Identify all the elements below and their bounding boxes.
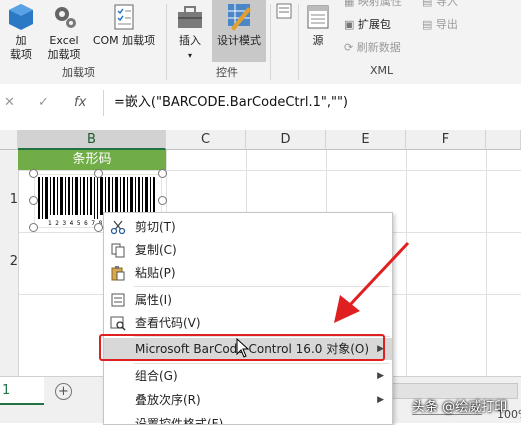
sheet-tab-active[interactable]: 1 — [0, 377, 44, 405]
insert-label: 插入 — [179, 34, 201, 47]
ribbon: 加 载项 Excel 加载项 COM 加载项 加载项 插入 ▾ 设计模式 控件 … — [0, 0, 521, 85]
design-mode-icon — [228, 4, 251, 31]
resize-handle[interactable] — [158, 196, 167, 205]
com-addins-button[interactable]: COM 加载项 — [86, 2, 162, 62]
excel-addins-label-2: 加载项 — [47, 48, 81, 61]
add-sheet-icon[interactable]: + — [55, 383, 72, 400]
gear-icon — [55, 7, 76, 28]
menu-item-label: 剪切(T) — [135, 220, 176, 234]
addins-button[interactable]: 加 载项 — [4, 2, 38, 62]
barcode-header-cell[interactable]: 条形码 — [18, 150, 166, 170]
column-header-f[interactable]: F — [406, 130, 486, 150]
xml-group-label: XML — [370, 64, 394, 77]
resize-handle[interactable] — [29, 196, 38, 205]
menu-item-label: 属性(I) — [135, 293, 172, 307]
submenu-arrow-icon: ▶ — [377, 371, 384, 381]
formula-gap — [0, 122, 521, 130]
mouse-cursor-icon — [236, 338, 250, 358]
controls-group-label: 控件 — [216, 66, 238, 79]
properties-icon-button[interactable] — [274, 2, 294, 42]
expansion-pack-icon: ▣ — [344, 18, 358, 31]
copy-icon — [111, 243, 125, 258]
design-mode-button[interactable]: 设计模式 — [212, 0, 266, 62]
column-header-d[interactable]: D — [246, 130, 326, 150]
resize-handle[interactable] — [29, 169, 38, 178]
menu-item-label: 粘贴(P) — [135, 266, 176, 280]
map-properties-label: 映射属性 — [357, 0, 402, 8]
resize-handle[interactable] — [94, 169, 103, 178]
menu-item-label: 叠放次序(R) — [135, 393, 201, 407]
properties-icon — [276, 3, 292, 19]
cancel-icon[interactable]: ✕ — [4, 84, 15, 122]
row-header-2[interactable]: 2 — [0, 254, 18, 269]
addins-label-2: 载项 — [10, 48, 32, 61]
menu-item-group[interactable]: 组合(G) ▶ — [104, 365, 392, 387]
column-header-g[interactable] — [486, 130, 521, 150]
import-label: 导入 — [435, 0, 458, 8]
scissors-icon — [110, 220, 126, 235]
menu-item-label: 设置控件格式(F)... — [135, 417, 235, 424]
resize-handle[interactable] — [94, 223, 103, 232]
formula-input[interactable]: =嵌入("BARCODE.BarCodeCtrl.1","") — [103, 90, 521, 116]
import-icon: ▤ — [422, 0, 436, 8]
export-icon: ▤ — [422, 18, 436, 31]
menu-item-order[interactable]: 叠放次序(R) ▶ — [104, 389, 392, 411]
watermark: 头条 @绘威打印 — [412, 400, 508, 415]
refresh-data-button[interactable]: ⟳ 刷新数据 — [344, 40, 401, 56]
addins-icon — [9, 4, 33, 30]
gridline — [486, 150, 487, 376]
checklist-icon — [114, 4, 134, 30]
expansion-pack-button[interactable]: ▣ 扩展包 — [344, 17, 391, 33]
formula-bar: ✕ ✓ fx =嵌入("BARCODE.BarCodeCtrl.1","") — [0, 84, 521, 123]
expansion-pack-label: 扩展包 — [357, 18, 391, 31]
xml-source-button[interactable]: 源 — [302, 2, 334, 62]
map-properties-button[interactable]: ▦ 映射属性 — [344, 0, 402, 10]
refresh-icon: ⟳ — [344, 41, 357, 54]
menu-separator — [134, 363, 390, 364]
annotation-arrow — [334, 241, 410, 323]
addins-group-label: 加载项 — [62, 66, 95, 79]
export-label: 导出 — [435, 18, 458, 31]
insert-function-icon[interactable]: fx — [74, 84, 86, 122]
design-mode-label: 设计模式 — [217, 34, 261, 47]
chevron-down-icon: ▾ — [187, 51, 192, 60]
menu-item-label: 查看代码(V) — [135, 316, 201, 330]
excel-addins-label-1: Excel — [49, 34, 79, 47]
excel-addins-button[interactable]: Excel 加载项 — [42, 2, 86, 62]
menu-item-format-control[interactable]: 设置控件格式(F)... — [104, 413, 392, 424]
view-code-icon — [110, 316, 126, 331]
resize-handle[interactable] — [158, 169, 167, 178]
row-col-corner[interactable] — [0, 130, 18, 150]
com-addins-label: COM 加载项 — [92, 34, 156, 47]
toolbox-icon — [178, 6, 202, 28]
menu-item-label: 组合(G) — [135, 369, 178, 383]
insert-control-button[interactable]: 插入 ▾ — [172, 2, 208, 62]
addins-label-1: 加 — [15, 34, 27, 47]
paste-icon — [111, 266, 125, 281]
xml-source-icon — [307, 5, 329, 29]
row-header-1[interactable]: 1 — [0, 192, 18, 207]
source-label: 源 — [312, 34, 324, 47]
ribbon-separator — [298, 4, 299, 80]
refresh-data-label: 刷新数据 — [356, 41, 401, 54]
submenu-arrow-icon: ▶ — [377, 395, 384, 405]
import-button[interactable]: ▤ 导入 — [422, 0, 458, 10]
ribbon-separator — [166, 4, 167, 80]
resize-handle[interactable] — [29, 223, 38, 232]
ribbon-separator — [270, 4, 271, 80]
menu-item-label: 复制(C) — [135, 243, 177, 257]
export-button[interactable]: ▤ 导出 — [422, 17, 458, 33]
column-header-e[interactable]: E — [326, 130, 406, 150]
column-header-b[interactable]: B — [18, 130, 166, 150]
map-properties-icon: ▦ — [344, 0, 358, 8]
column-header-c[interactable]: C — [166, 130, 246, 150]
properties-icon — [111, 293, 125, 307]
confirm-icon[interactable]: ✓ — [38, 84, 49, 122]
